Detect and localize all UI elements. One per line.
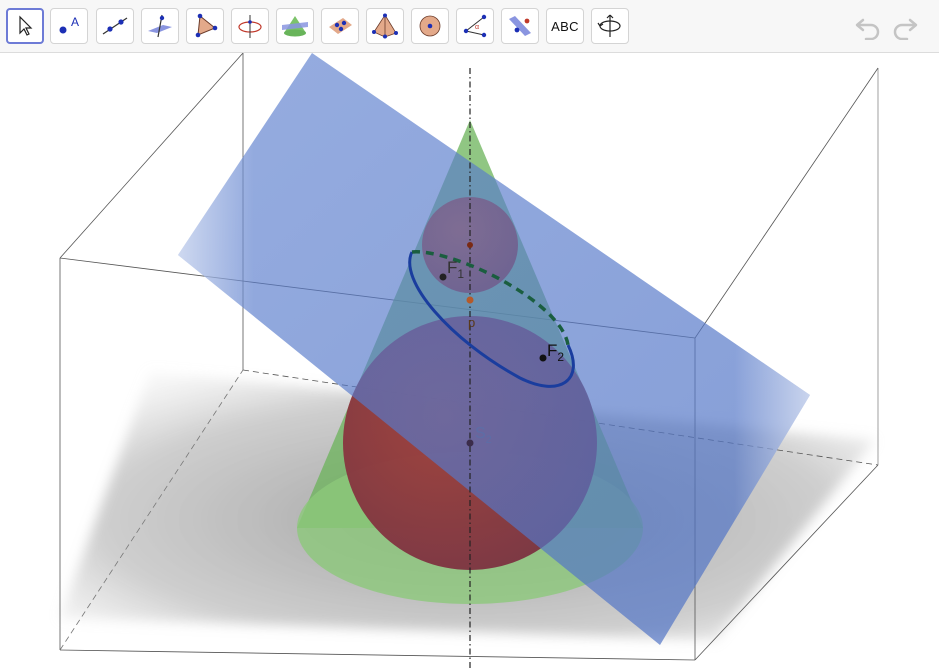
sphere-icon xyxy=(419,15,441,37)
plane-three-points-tool-button[interactable] xyxy=(321,8,359,44)
line-icon xyxy=(102,17,128,35)
move-tool-button[interactable] xyxy=(6,8,44,44)
center-2-letter: S xyxy=(475,425,486,442)
cursor-arrow-icon xyxy=(19,15,33,36)
point-p-label: p xyxy=(468,315,475,330)
point-tool-button[interactable]: A xyxy=(50,8,88,44)
focus-2-point[interactable] xyxy=(539,354,547,362)
intersect-surfaces-tool-button[interactable] xyxy=(276,8,314,44)
redo-icon xyxy=(893,18,918,41)
sphere-tool-button[interactable] xyxy=(411,8,449,44)
center-1-point[interactable] xyxy=(467,242,473,248)
text-tool-label: ABC xyxy=(551,18,579,34)
line-tool-button[interactable] xyxy=(96,8,134,44)
rotate-view-tool-button[interactable] xyxy=(591,8,629,44)
cone-plane-icon xyxy=(282,16,308,37)
svg-text:α: α xyxy=(475,24,479,31)
pyramid-tool-button[interactable] xyxy=(366,8,404,44)
reflect-icon xyxy=(509,16,531,36)
text-tool-button[interactable]: ABC xyxy=(546,8,584,44)
redo-button[interactable] xyxy=(891,12,919,41)
center-2-point[interactable] xyxy=(466,439,474,447)
focus-1-subscript: 1 xyxy=(457,267,464,281)
circle-axis-icon xyxy=(238,15,262,38)
triangle-icon xyxy=(195,13,218,38)
focus-2-letter: F xyxy=(547,341,557,360)
plane-points-icon xyxy=(329,18,352,34)
angle-tool-button[interactable]: α xyxy=(456,8,494,44)
undo-icon xyxy=(855,18,880,41)
point-icon: A xyxy=(59,15,79,34)
undo-button[interactable] xyxy=(854,12,882,41)
point-p[interactable] xyxy=(466,296,474,304)
circle-axis-tool-button[interactable] xyxy=(231,8,269,44)
polygon-tool-button[interactable] xyxy=(186,8,224,44)
rotate-view-icon xyxy=(597,14,621,37)
point-tool-label: A xyxy=(71,15,79,29)
focus-1-letter: F xyxy=(447,258,457,277)
angle-icon: α xyxy=(463,14,487,38)
perpendicular-line-tool-button[interactable] xyxy=(141,8,179,44)
pyramid-icon xyxy=(372,13,398,39)
graphics-3d-view[interactable]: F1 F2 S2 p xyxy=(0,53,939,671)
perpendicular-line-icon xyxy=(148,14,172,38)
toolbar: A α ABC xyxy=(0,0,939,53)
center-2-subscript: 2 xyxy=(486,434,492,446)
focus-1-point[interactable] xyxy=(439,273,447,281)
reflect-plane-tool-button[interactable] xyxy=(501,8,539,44)
focus-2-subscript: 2 xyxy=(557,350,564,364)
